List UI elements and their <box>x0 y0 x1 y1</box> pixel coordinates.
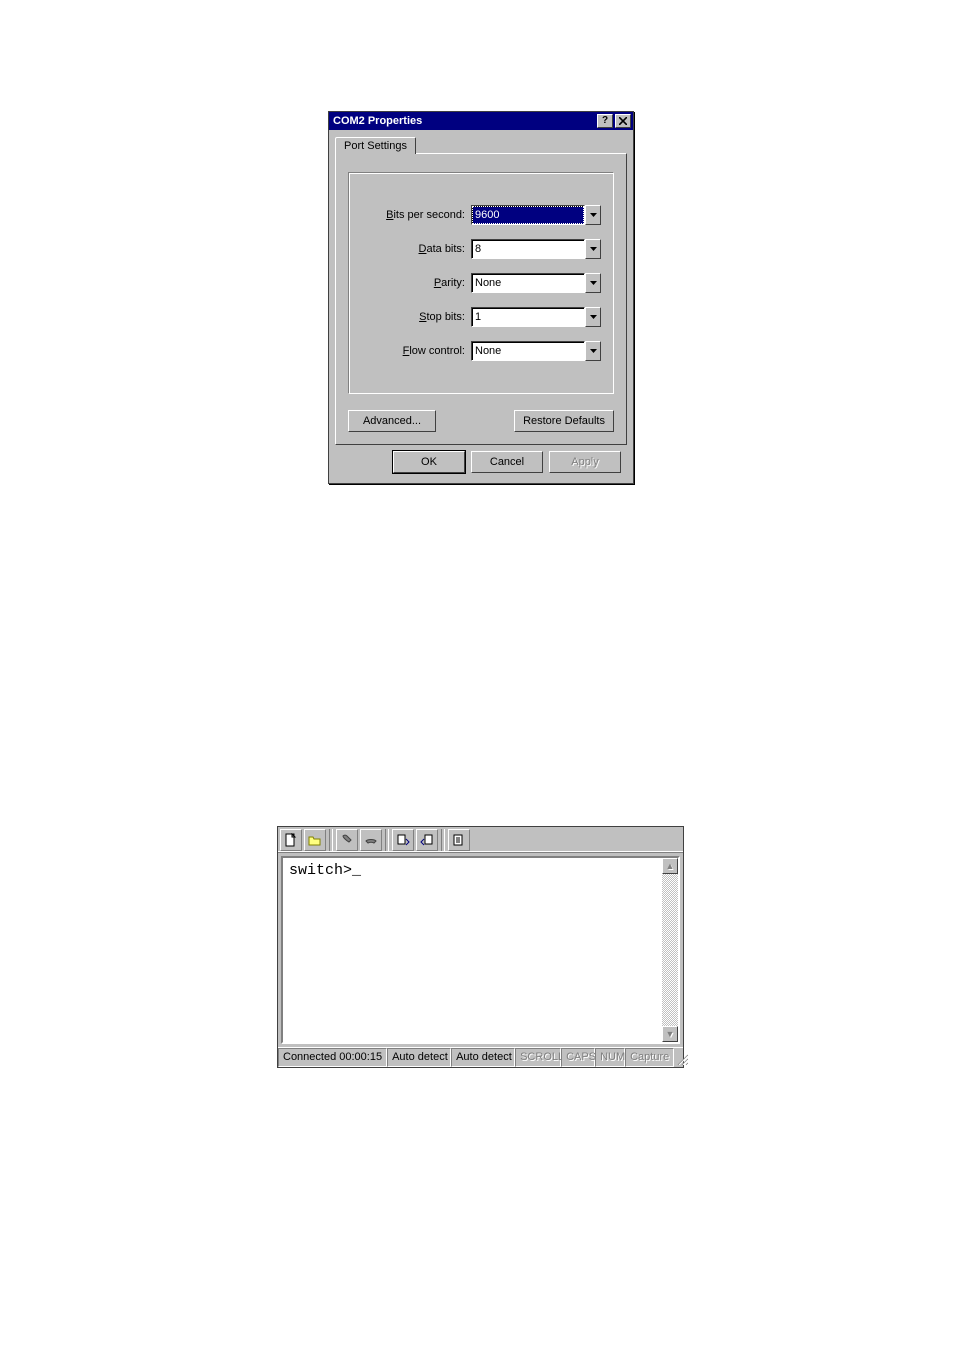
status-capture: Capture <box>625 1048 674 1067</box>
ok-button[interactable]: OK <box>393 451 465 473</box>
data-bits-value[interactable]: 8 <box>471 239 585 259</box>
new-icon[interactable] <box>280 829 302 851</box>
bits-per-second-value[interactable]: 9600 <box>471 205 585 225</box>
status-caps: CAPS <box>561 1048 595 1067</box>
status-connected: Connected 00:00:15 <box>278 1048 387 1067</box>
resize-grip-icon[interactable] <box>674 1048 690 1067</box>
terminal-output[interactable]: switch>_ <box>283 858 662 1042</box>
titlebar: COM2 Properties ? <box>329 112 633 130</box>
send-icon[interactable] <box>392 829 414 851</box>
titlebar-title: COM2 Properties <box>333 115 595 127</box>
apply-button[interactable]: Apply <box>549 451 621 473</box>
chevron-down-icon[interactable] <box>585 341 601 361</box>
toolbar <box>278 827 683 853</box>
toolbar-separator <box>441 829 445 851</box>
scroll-down-icon[interactable]: ▼ <box>662 1026 678 1042</box>
scroll-track[interactable] <box>662 874 678 1026</box>
com2-properties-dialog: COM2 Properties ? Port Settings Bits per… <box>328 111 634 484</box>
parity-value[interactable]: None <box>471 273 585 293</box>
vertical-scrollbar[interactable]: ▲ ▼ <box>662 858 678 1042</box>
chevron-down-icon[interactable] <box>585 205 601 225</box>
call-icon[interactable] <box>336 829 358 851</box>
scroll-up-icon[interactable]: ▲ <box>662 858 678 874</box>
stop-bits-value[interactable]: 1 <box>471 307 585 327</box>
chevron-down-icon[interactable] <box>585 273 601 293</box>
parity-combo[interactable]: None <box>471 273 601 293</box>
advanced-button[interactable]: Advanced... <box>348 410 436 432</box>
tab-port-settings[interactable]: Port Settings <box>335 137 416 154</box>
parity-label: Parity: <box>361 277 471 289</box>
terminal-window: switch>_ ▲ ▼ Connected 00:00:15 Auto det… <box>277 826 684 1068</box>
toolbar-separator <box>329 829 333 851</box>
close-button[interactable] <box>615 114 631 128</box>
flow-control-combo[interactable]: None <box>471 341 601 361</box>
cancel-button[interactable]: Cancel <box>471 451 543 473</box>
chevron-down-icon[interactable] <box>585 307 601 327</box>
tab-label: Port Settings <box>344 140 407 152</box>
properties-icon[interactable] <box>448 829 470 851</box>
chevron-down-icon[interactable] <box>585 239 601 259</box>
statusbar: Connected 00:00:15 Auto detect Auto dete… <box>278 1047 683 1067</box>
stop-bits-label: Stop bits: <box>361 311 471 323</box>
stop-bits-combo[interactable]: 1 <box>471 307 601 327</box>
data-bits-combo[interactable]: 8 <box>471 239 601 259</box>
status-protocol: Auto detect <box>387 1048 451 1067</box>
flow-control-value[interactable]: None <box>471 341 585 361</box>
receive-icon[interactable] <box>416 829 438 851</box>
port-settings-panel: Bits per second: 9600 Data bits: 8 <box>335 153 627 445</box>
status-emulation: Auto detect <box>451 1048 515 1067</box>
data-bits-label: Data bits: <box>361 243 471 255</box>
settings-group: Bits per second: 9600 Data bits: 8 <box>348 172 614 394</box>
bits-per-second-label: Bits per second: <box>361 209 471 221</box>
status-num: NUM <box>595 1048 625 1067</box>
terminal-prompt: switch>_ <box>289 862 361 879</box>
terminal-frame: switch>_ ▲ ▼ <box>281 856 680 1044</box>
restore-defaults-button[interactable]: Restore Defaults <box>514 410 614 432</box>
help-button[interactable]: ? <box>597 114 613 128</box>
bits-per-second-combo[interactable]: 9600 <box>471 205 601 225</box>
open-icon[interactable] <box>304 829 326 851</box>
flow-control-label: Flow control: <box>361 345 471 357</box>
toolbar-separator <box>385 829 389 851</box>
hangup-icon[interactable] <box>360 829 382 851</box>
status-scroll: SCROLL <box>515 1048 561 1067</box>
